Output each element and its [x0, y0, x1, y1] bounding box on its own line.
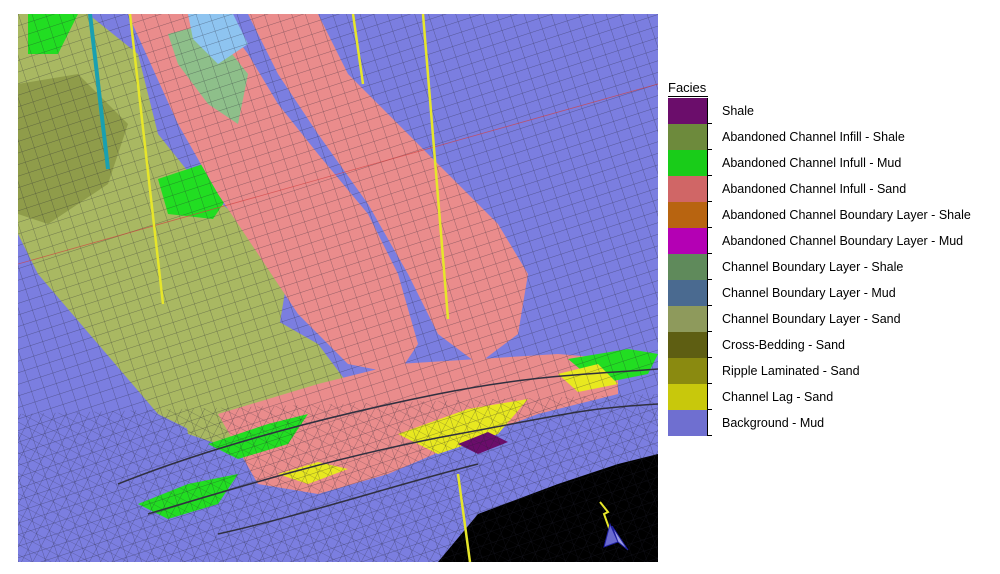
legend-swatch — [668, 202, 708, 228]
facies-3d-surface — [18, 14, 658, 562]
legend-title: Facies — [668, 80, 707, 95]
legend-item: Abandoned Channel Infull - Sand — [668, 176, 998, 202]
legend-swatch — [668, 358, 708, 384]
legend-item: Abandoned Channel Infull - Mud — [668, 150, 998, 176]
legend-swatch — [668, 384, 708, 410]
legend-label: Ripple Laminated - Sand — [722, 364, 860, 378]
mesh-overlay-lower — [18, 394, 658, 562]
legend-item: Shale — [668, 98, 998, 124]
legend-swatch — [668, 410, 708, 436]
legend-label: Channel Lag - Sand — [722, 390, 834, 404]
legend-swatch — [668, 306, 708, 332]
legend-label: Abandoned Channel Infull - Mud — [722, 156, 902, 170]
legend-item: Channel Boundary Layer - Shale — [668, 254, 998, 280]
legend-swatch — [668, 176, 708, 202]
legend-label: Cross-Bedding - Sand — [722, 338, 845, 352]
legend-swatch — [668, 332, 708, 358]
legend-swatch — [668, 98, 708, 124]
legend-swatch — [668, 228, 708, 254]
legend-label: Channel Boundary Layer - Sand — [722, 312, 901, 326]
legend-label: Shale — [722, 104, 754, 118]
legend-item: Channel Boundary Layer - Mud — [668, 280, 998, 306]
legend-swatch — [668, 280, 708, 306]
3d-model-viewport[interactable] — [18, 14, 658, 562]
legend-swatch — [668, 254, 708, 280]
legend-items: Shale Abandoned Channel Infill - Shale Aba… — [668, 98, 998, 436]
legend-item: Cross-Bedding - Sand — [668, 332, 998, 358]
legend-item: Abandoned Channel Infill - Shale — [668, 124, 998, 150]
legend-item: Background - Mud — [668, 410, 998, 436]
legend-label: Abandoned Channel Infill - Shale — [722, 130, 905, 144]
legend-swatch — [668, 150, 708, 176]
legend-item: Abandoned Channel Boundary Layer - Shale — [668, 202, 998, 228]
legend-item: Channel Boundary Layer - Sand — [668, 306, 998, 332]
legend-title-underline — [668, 96, 708, 97]
legend-tick — [708, 435, 712, 436]
legend-label: Background - Mud — [722, 416, 825, 430]
legend-label: Abandoned Channel Infull - Sand — [722, 182, 907, 196]
legend-label: Channel Boundary Layer - Mud — [722, 286, 896, 300]
facies-legend: Facies Shale Abandoned Channel Infill - S… — [668, 80, 998, 436]
legend-label: Abandoned Channel Boundary Layer - Shale — [722, 208, 971, 222]
legend-label: Abandoned Channel Boundary Layer - Mud — [722, 234, 964, 248]
legend-item: Channel Lag - Sand — [668, 384, 998, 410]
legend-item: Abandoned Channel Boundary Layer - Mud — [668, 228, 998, 254]
legend-swatch — [668, 124, 708, 150]
legend-item: Ripple Laminated - Sand — [668, 358, 998, 384]
legend-label: Channel Boundary Layer - Shale — [722, 260, 904, 274]
